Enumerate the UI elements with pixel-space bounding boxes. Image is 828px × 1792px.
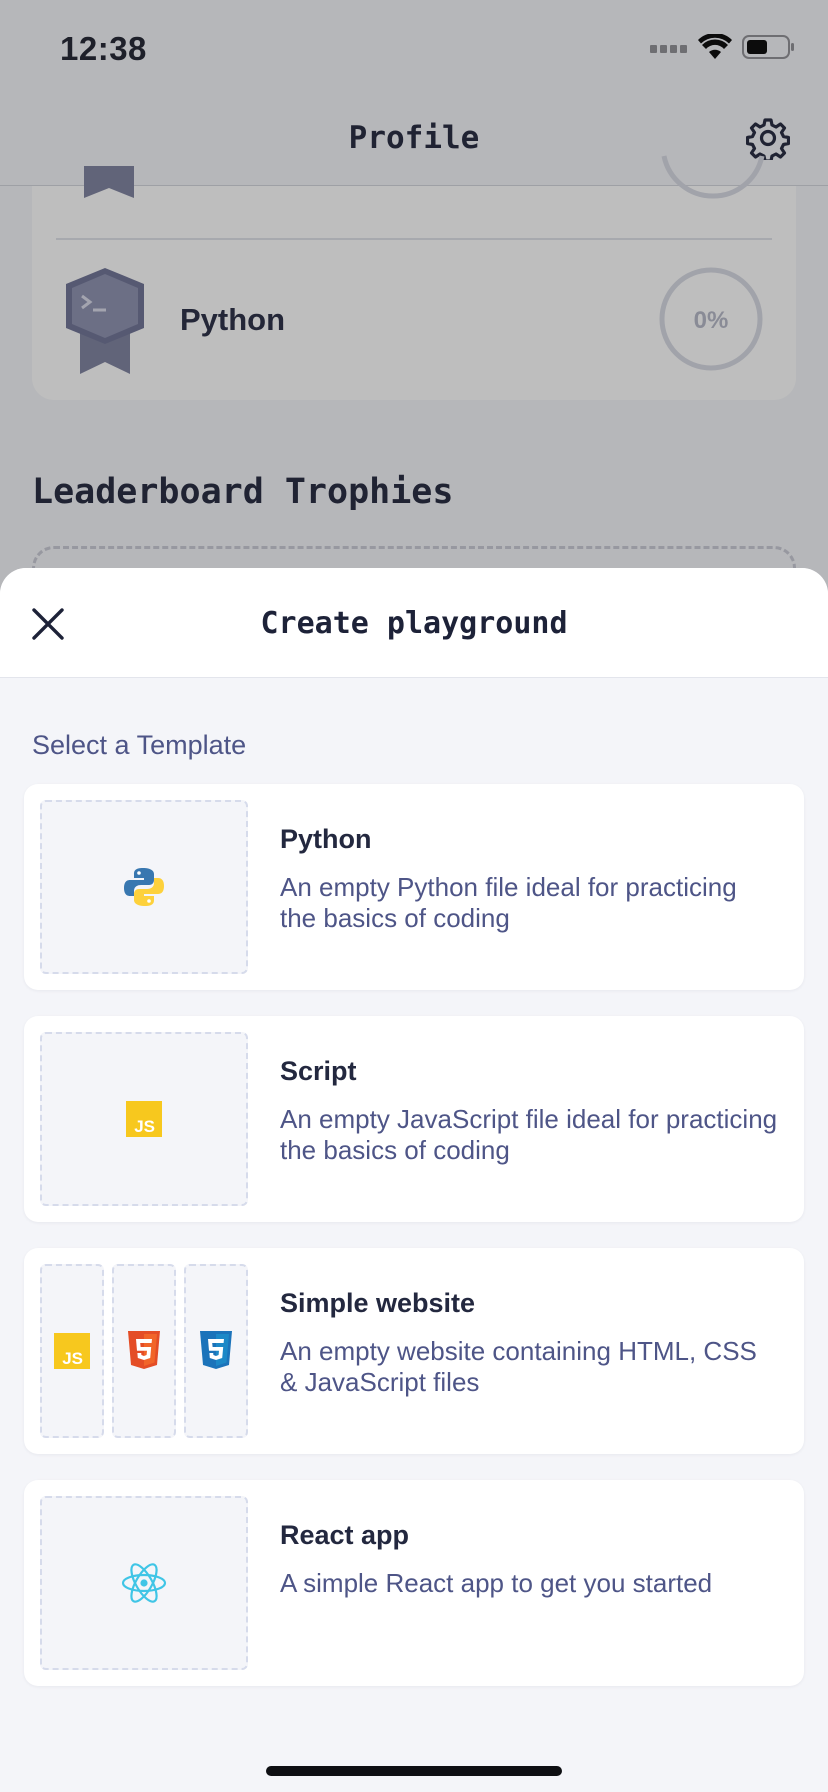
sheet-header: Create playground: [0, 568, 828, 678]
js-logo-icon: JS: [126, 1101, 162, 1137]
template-thumbnail: [40, 1496, 248, 1670]
template-card-simple-website[interactable]: JS Simple website An empty website conta…: [24, 1248, 804, 1454]
template-card-python[interactable]: Python An empty Python file ideal for pr…: [24, 784, 804, 990]
template-description: An empty website containing HTML, CSS & …: [280, 1336, 757, 1397]
sheet-title: Create playground: [260, 606, 568, 641]
template-thumbnail: [40, 800, 248, 974]
template-title: Python: [280, 824, 372, 854]
template-description: An empty JavaScript file ideal for pract…: [280, 1104, 778, 1165]
js-logo-icon: JS: [54, 1333, 90, 1369]
create-playground-sheet: Create playground Select a Template Pyth…: [0, 568, 828, 1792]
template-description: A simple React app to get you started: [280, 1568, 713, 1598]
template-description: An empty Python file ideal for practicin…: [280, 872, 737, 933]
section-label: Select a Template: [32, 730, 247, 760]
modal-backdrop[interactable]: [0, 0, 828, 600]
css3-logo-icon: [200, 1331, 232, 1369]
home-indicator: [266, 1766, 562, 1776]
template-card-script[interactable]: JS Script An empty JavaScript file ideal…: [24, 1016, 804, 1222]
template-thumbnail-html: [112, 1264, 176, 1438]
template-thumbnail: JS: [40, 1032, 248, 1206]
template-thumbnail-js: JS: [40, 1264, 104, 1438]
template-thumbnail-css: [184, 1264, 248, 1438]
template-title: Script: [280, 1056, 357, 1086]
template-card-react-app[interactable]: React app A simple React app to get you …: [24, 1480, 804, 1686]
template-title: Simple website: [280, 1288, 476, 1318]
svg-text:JS: JS: [62, 1349, 83, 1368]
html5-logo-icon: [128, 1331, 160, 1369]
react-logo-icon: [121, 1563, 167, 1603]
svg-text:JS: JS: [134, 1117, 155, 1136]
python-logo-icon: [124, 868, 164, 906]
template-title: React app: [280, 1520, 410, 1550]
template-thumbnail-group: JS: [40, 1264, 248, 1438]
